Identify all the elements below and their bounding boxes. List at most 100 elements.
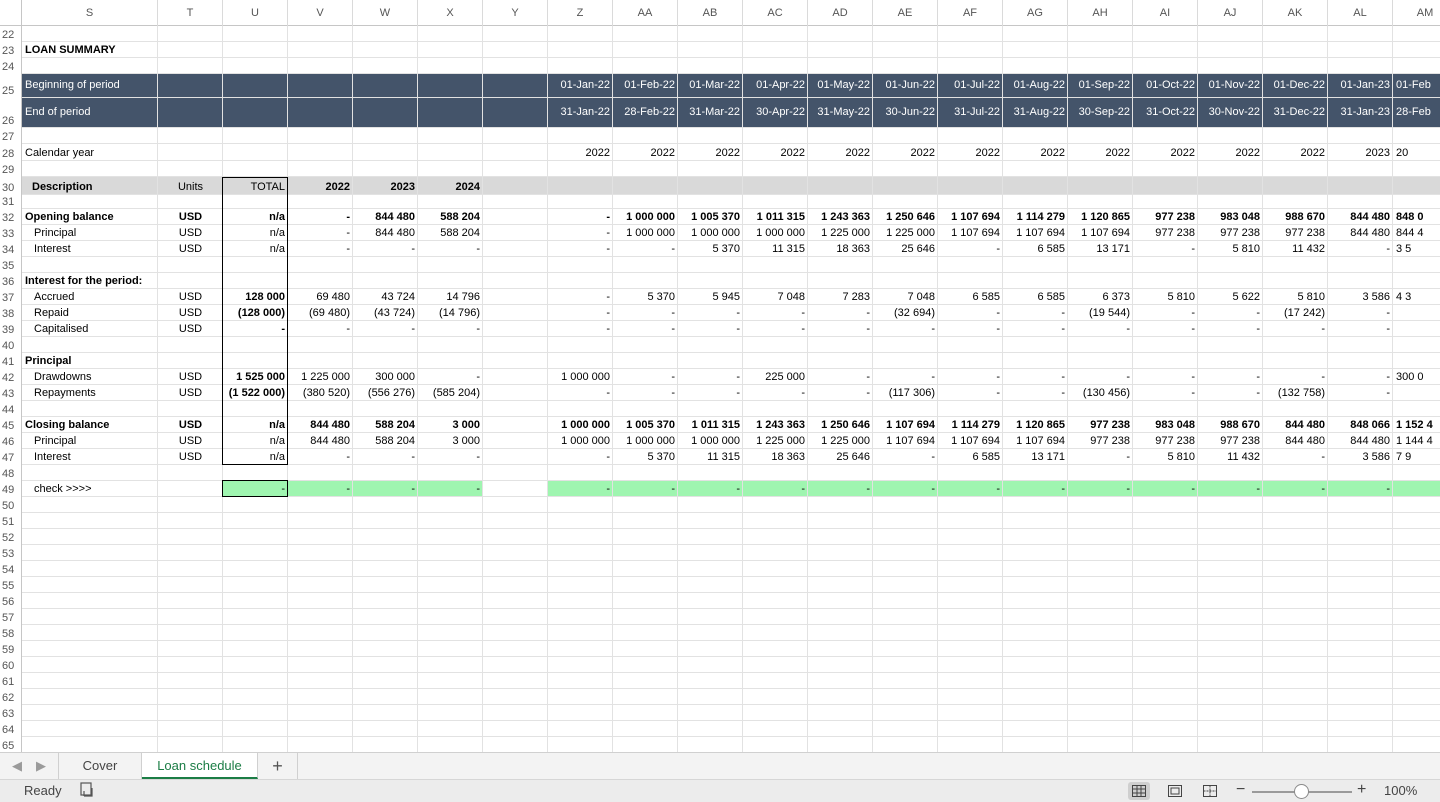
month-cell[interactable]: - (548, 289, 613, 305)
row-label[interactable]: Principal (22, 353, 158, 369)
month-cell[interactable]: 1 243 363 (743, 417, 808, 433)
month-cell[interactable]: 1 225 000 (808, 225, 873, 241)
month-cell[interactable]: 300 0 (1393, 369, 1440, 385)
row-header-44[interactable]: 44 (0, 401, 22, 417)
year-cell[interactable]: - (353, 241, 418, 257)
month-cell[interactable]: - (1263, 449, 1328, 465)
month-cell[interactable]: 1 000 000 (743, 225, 808, 241)
month-cell[interactable]: - (613, 321, 678, 337)
month-cell[interactable]: 18 363 (743, 449, 808, 465)
month-cell[interactable]: 988 670 (1198, 417, 1263, 433)
month-cell[interactable]: - (1328, 305, 1393, 321)
zoom-level[interactable]: 100% (1384, 783, 1417, 798)
period-begin-date[interactable]: 01-Jan-22 (548, 74, 613, 98)
calendar-year-value[interactable]: 2022 (1003, 144, 1068, 161)
zoom-in-button[interactable]: + (1357, 781, 1366, 799)
year-cell[interactable]: - (288, 241, 353, 257)
row-header-32[interactable]: 32 (0, 209, 22, 225)
month-cell[interactable]: 6 585 (938, 449, 1003, 465)
row-header-56[interactable]: 56 (0, 593, 22, 609)
row-label[interactable]: Opening balance (22, 209, 158, 225)
zoom-out-button[interactable]: − (1236, 781, 1245, 799)
units-cell[interactable]: USD (158, 209, 223, 225)
month-cell[interactable]: - (808, 305, 873, 321)
total-cell[interactable]: (128 000) (223, 305, 288, 321)
row-header-55[interactable]: 55 (0, 577, 22, 593)
column-header-al[interactable]: AL (1328, 0, 1393, 26)
month-cell[interactable]: - (938, 321, 1003, 337)
month-cell[interactable]: 4 3 (1393, 289, 1440, 305)
month-cell[interactable]: - (613, 305, 678, 321)
calendar-year-value[interactable]: 2022 (548, 144, 613, 161)
check-year-cell[interactable]: - (418, 481, 483, 497)
month-cell[interactable]: 1 107 694 (873, 433, 938, 449)
year-cell[interactable]: (556 276) (353, 385, 418, 401)
month-cell[interactable]: 11 315 (678, 449, 743, 465)
month-cell[interactable]: - (808, 385, 873, 401)
month-cell[interactable]: - (613, 241, 678, 257)
month-cell[interactable]: 5 622 (1198, 289, 1263, 305)
month-cell[interactable]: - (548, 305, 613, 321)
month-cell[interactable]: 1 114 279 (938, 417, 1003, 433)
row-label[interactable]: Accrued (22, 289, 158, 305)
month-cell[interactable]: 848 0 (1393, 209, 1440, 225)
period-begin-date[interactable]: 01-Nov-22 (1198, 74, 1263, 98)
month-cell[interactable]: 1 107 694 (1003, 433, 1068, 449)
calendar-year-value[interactable]: 2022 (678, 144, 743, 161)
check-month-cell[interactable]: - (1263, 481, 1328, 497)
month-cell[interactable]: - (548, 449, 613, 465)
row-header-65[interactable]: 65 (0, 737, 22, 752)
year-cell[interactable]: - (288, 225, 353, 241)
period-end-date[interactable]: 30-Sep-22 (1068, 98, 1133, 128)
period-end-date[interactable]: 31-Jan-22 (548, 98, 613, 128)
total-cell[interactable]: n/a (223, 225, 288, 241)
period-end-date[interactable]: 31-Aug-22 (1003, 98, 1068, 128)
month-cell[interactable]: 1 144 4 (1393, 433, 1440, 449)
calendar-year-value[interactable]: 2022 (873, 144, 938, 161)
row-header-48[interactable]: 48 (0, 465, 22, 481)
row-header-54[interactable]: 54 (0, 561, 22, 577)
month-cell[interactable]: (130 456) (1068, 385, 1133, 401)
beginning-of-period-label[interactable]: Beginning of period (22, 74, 158, 98)
row-header-47[interactable]: 47 (0, 449, 22, 465)
month-cell[interactable]: 3 586 (1328, 289, 1393, 305)
year-cell[interactable]: (380 520) (288, 385, 353, 401)
row-header-29[interactable]: 29 (0, 161, 22, 177)
row-header-45[interactable]: 45 (0, 417, 22, 433)
month-cell[interactable]: - (743, 385, 808, 401)
month-cell[interactable]: 6 373 (1068, 289, 1133, 305)
calendar-year-value[interactable]: 2022 (1198, 144, 1263, 161)
check-month-cell[interactable]: - (1068, 481, 1133, 497)
month-cell[interactable]: 1 011 315 (678, 417, 743, 433)
spreadsheet-grid[interactable]: S T U V W X Y Z AA AB AC AD AE AF AG AH AI AJ AK AL AM 22 23 2… (0, 0, 1440, 752)
year-cell[interactable]: 300 000 (353, 369, 418, 385)
month-cell[interactable]: - (1003, 385, 1068, 401)
year-header-2024[interactable]: 2024 (418, 177, 483, 195)
month-cell[interactable]: - (873, 369, 938, 385)
page-layout-view-icon[interactable] (1164, 782, 1186, 800)
year-cell[interactable]: 844 480 (288, 417, 353, 433)
check-month-cell[interactable]: - (938, 481, 1003, 497)
tab-loan-schedule[interactable]: Loan schedule (142, 753, 258, 779)
column-header-v[interactable]: V (288, 0, 353, 26)
end-of-period-label[interactable]: End of period (22, 98, 158, 128)
total-cell[interactable]: n/a (223, 417, 288, 433)
year-cell[interactable]: 844 480 (353, 225, 418, 241)
period-begin-date[interactable]: 01-Oct-22 (1133, 74, 1198, 98)
month-cell[interactable]: - (678, 305, 743, 321)
month-cell[interactable]: 11 432 (1198, 449, 1263, 465)
month-cell[interactable]: (32 694) (873, 305, 938, 321)
column-header-ah[interactable]: AH (1068, 0, 1133, 26)
month-cell[interactable]: 3 586 (1328, 449, 1393, 465)
column-header-ac[interactable]: AC (743, 0, 808, 26)
year-cell[interactable]: (43 724) (353, 305, 418, 321)
month-cell[interactable]: - (548, 209, 613, 225)
column-header-ae[interactable]: AE (873, 0, 938, 26)
period-begin-date[interactable]: 01-Jul-22 (938, 74, 1003, 98)
description-header[interactable]: Description (22, 177, 158, 195)
month-cell[interactable]: - (1133, 241, 1198, 257)
month-cell[interactable]: 1 000 000 (548, 417, 613, 433)
year-cell[interactable]: 3 000 (418, 417, 483, 433)
total-cell[interactable]: (1 522 000) (223, 385, 288, 401)
check-year-cell[interactable]: - (288, 481, 353, 497)
